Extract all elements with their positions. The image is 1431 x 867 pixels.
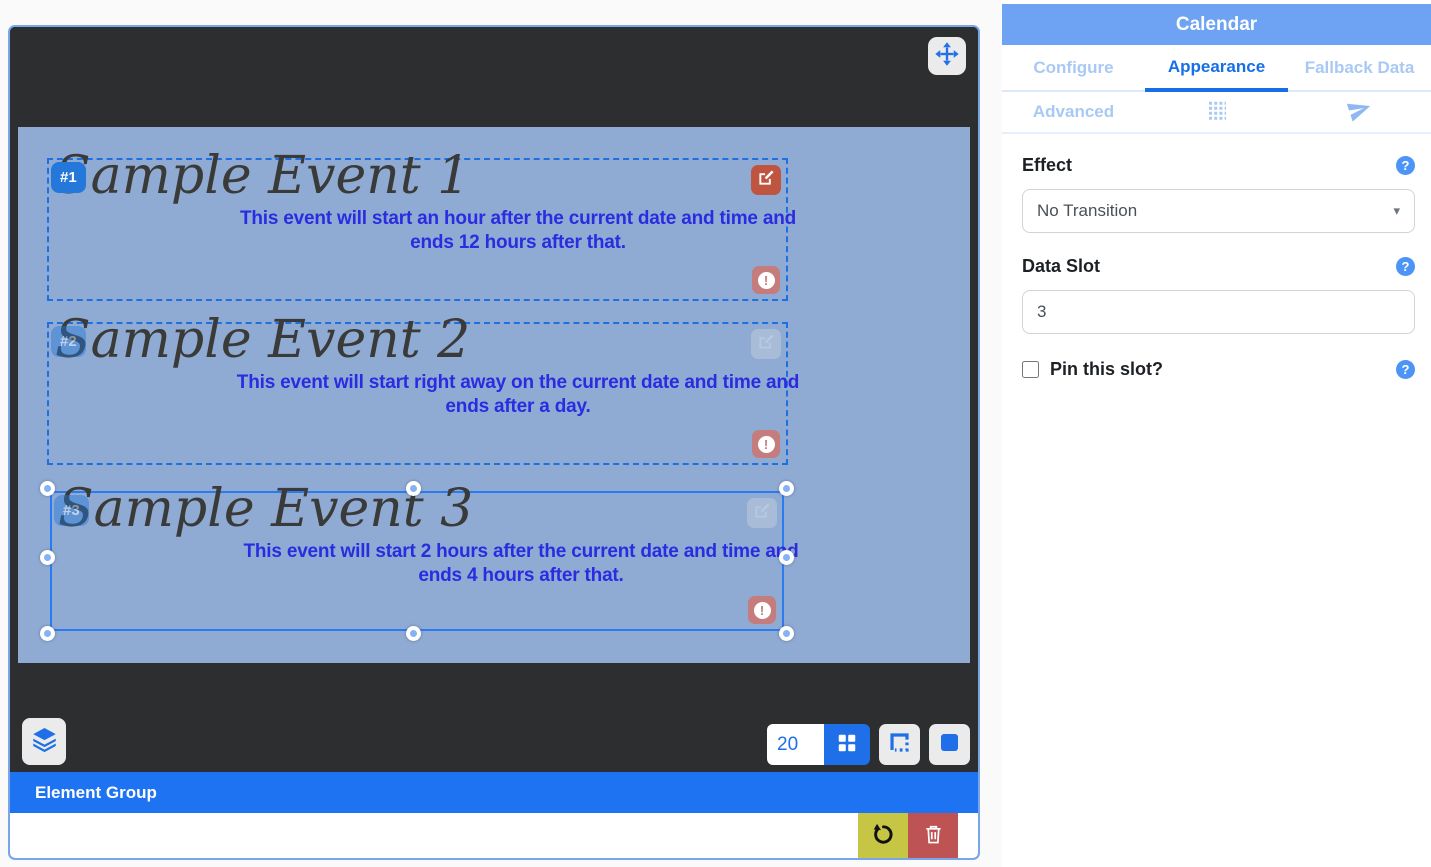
effect-selected-value: No Transition bbox=[1037, 201, 1137, 221]
warning-button[interactable]: ! bbox=[752, 266, 780, 294]
resize-handle-mid-right[interactable] bbox=[779, 550, 794, 565]
resize-handle-mid-left[interactable] bbox=[40, 550, 55, 565]
effect-label: Effect bbox=[1022, 155, 1072, 176]
arrows-move-icon bbox=[934, 41, 960, 72]
border-style-icon bbox=[888, 731, 911, 759]
design-canvas[interactable]: #1 Sample Event 1 This event will start … bbox=[10, 27, 978, 772]
tab-configure[interactable]: Configure bbox=[1002, 45, 1145, 90]
element-group-label: Element Group bbox=[35, 783, 157, 803]
element-number-badge: #2 bbox=[51, 326, 86, 357]
toggle-grid-button[interactable] bbox=[824, 724, 870, 765]
pin-slot-label: Pin this slot? bbox=[1050, 359, 1163, 380]
settings-tabs: Configure Appearance Fallback Data bbox=[1002, 45, 1431, 92]
undo-arrow-icon bbox=[871, 822, 896, 850]
warning-button[interactable]: ! bbox=[748, 596, 776, 624]
event-description: This event will start right away on the … bbox=[232, 371, 804, 419]
widget-title: Calendar bbox=[1176, 14, 1257, 36]
resize-handle-bottom-right[interactable] bbox=[779, 626, 794, 641]
canvas-editor-panel: #1 Sample Event 1 This event will start … bbox=[8, 25, 980, 860]
undo-button[interactable] bbox=[858, 813, 908, 858]
element-number-badge: #3 bbox=[54, 495, 89, 526]
pin-slot-checkbox[interactable] bbox=[1022, 361, 1039, 378]
data-slot-label: Data Slot bbox=[1022, 256, 1100, 277]
grid-cells-icon bbox=[836, 732, 858, 757]
data-slot-help-icon[interactable]: ? bbox=[1396, 257, 1415, 276]
tab-fallback-data[interactable]: Fallback Data bbox=[1288, 45, 1431, 90]
chevron-down-icon: ▾ bbox=[1393, 203, 1400, 219]
grid-tools bbox=[767, 724, 970, 765]
dotted-grid-tab[interactable] bbox=[1145, 92, 1288, 132]
effect-help-icon[interactable]: ? bbox=[1396, 156, 1415, 175]
fill-background-button[interactable] bbox=[929, 724, 970, 765]
event-widget-2[interactable]: #2 Sample Event 2 This event will start … bbox=[47, 322, 788, 465]
exclamation-circle-icon: ! bbox=[758, 272, 775, 289]
tab-advanced[interactable]: Advanced bbox=[1002, 92, 1145, 132]
paper-plane-icon bbox=[1347, 97, 1372, 127]
layers-button[interactable] bbox=[22, 718, 66, 765]
widget-settings-panel: Calendar Configure Appearance Fallback D… bbox=[1002, 0, 1431, 867]
trash-icon bbox=[924, 824, 943, 848]
widget-panel-header: Calendar bbox=[1002, 4, 1431, 45]
exclamation-circle-icon: ! bbox=[754, 602, 771, 619]
event-widget-1[interactable]: #1 Sample Event 1 This event will start … bbox=[47, 158, 788, 301]
resize-handle-bottom-center[interactable] bbox=[406, 626, 421, 641]
event-widget-3-selected[interactable]: #3 Sample Event 3 This event will start … bbox=[50, 491, 784, 631]
delete-group-button[interactable] bbox=[908, 813, 958, 858]
grid-size-group bbox=[767, 724, 870, 765]
effect-label-row: Effect ? bbox=[1022, 155, 1415, 176]
effect-select[interactable]: No Transition ▾ bbox=[1022, 189, 1415, 233]
resize-handle-top-right[interactable] bbox=[779, 481, 794, 496]
grid-size-input[interactable] bbox=[767, 724, 824, 765]
resize-handle-top-center[interactable] bbox=[406, 481, 421, 496]
dotted-grid-icon bbox=[1206, 99, 1228, 126]
move-canvas-button[interactable] bbox=[928, 37, 966, 75]
layers-icon bbox=[31, 726, 58, 758]
exclamation-circle-icon: ! bbox=[758, 436, 775, 453]
appearance-settings: Effect ? No Transition ▾ Data Slot ? Pin… bbox=[1002, 134, 1431, 380]
data-slot-label-row: Data Slot ? bbox=[1022, 256, 1415, 277]
resize-handle-top-left[interactable] bbox=[40, 481, 55, 496]
event-title: Sample Event 1 bbox=[55, 147, 786, 205]
warning-button[interactable]: ! bbox=[752, 430, 780, 458]
pin-slot-row: Pin this slot? ? bbox=[1022, 359, 1415, 380]
resize-handle-bottom-left[interactable] bbox=[40, 626, 55, 641]
event-title: Sample Event 2 bbox=[55, 311, 786, 369]
pin-slot-help-icon[interactable]: ? bbox=[1396, 360, 1415, 379]
data-slot-input[interactable] bbox=[1022, 290, 1415, 334]
element-number-badge: #1 bbox=[51, 162, 86, 193]
event-description: This event will start an hour after the … bbox=[232, 207, 804, 255]
filled-square-icon bbox=[939, 732, 960, 758]
publish-tab[interactable] bbox=[1288, 92, 1431, 132]
snap-bounds-button[interactable] bbox=[879, 724, 920, 765]
event-description: This event will start 2 hours after the … bbox=[235, 540, 807, 588]
settings-subtabs: Advanced bbox=[1002, 92, 1431, 134]
element-group-bar: Element Group bbox=[10, 772, 978, 813]
element-group-actions bbox=[10, 813, 978, 858]
canvas-toolbar bbox=[22, 718, 970, 765]
tab-appearance[interactable]: Appearance bbox=[1145, 45, 1288, 92]
selection-overlay: #1 Sample Event 1 This event will start … bbox=[18, 127, 970, 663]
